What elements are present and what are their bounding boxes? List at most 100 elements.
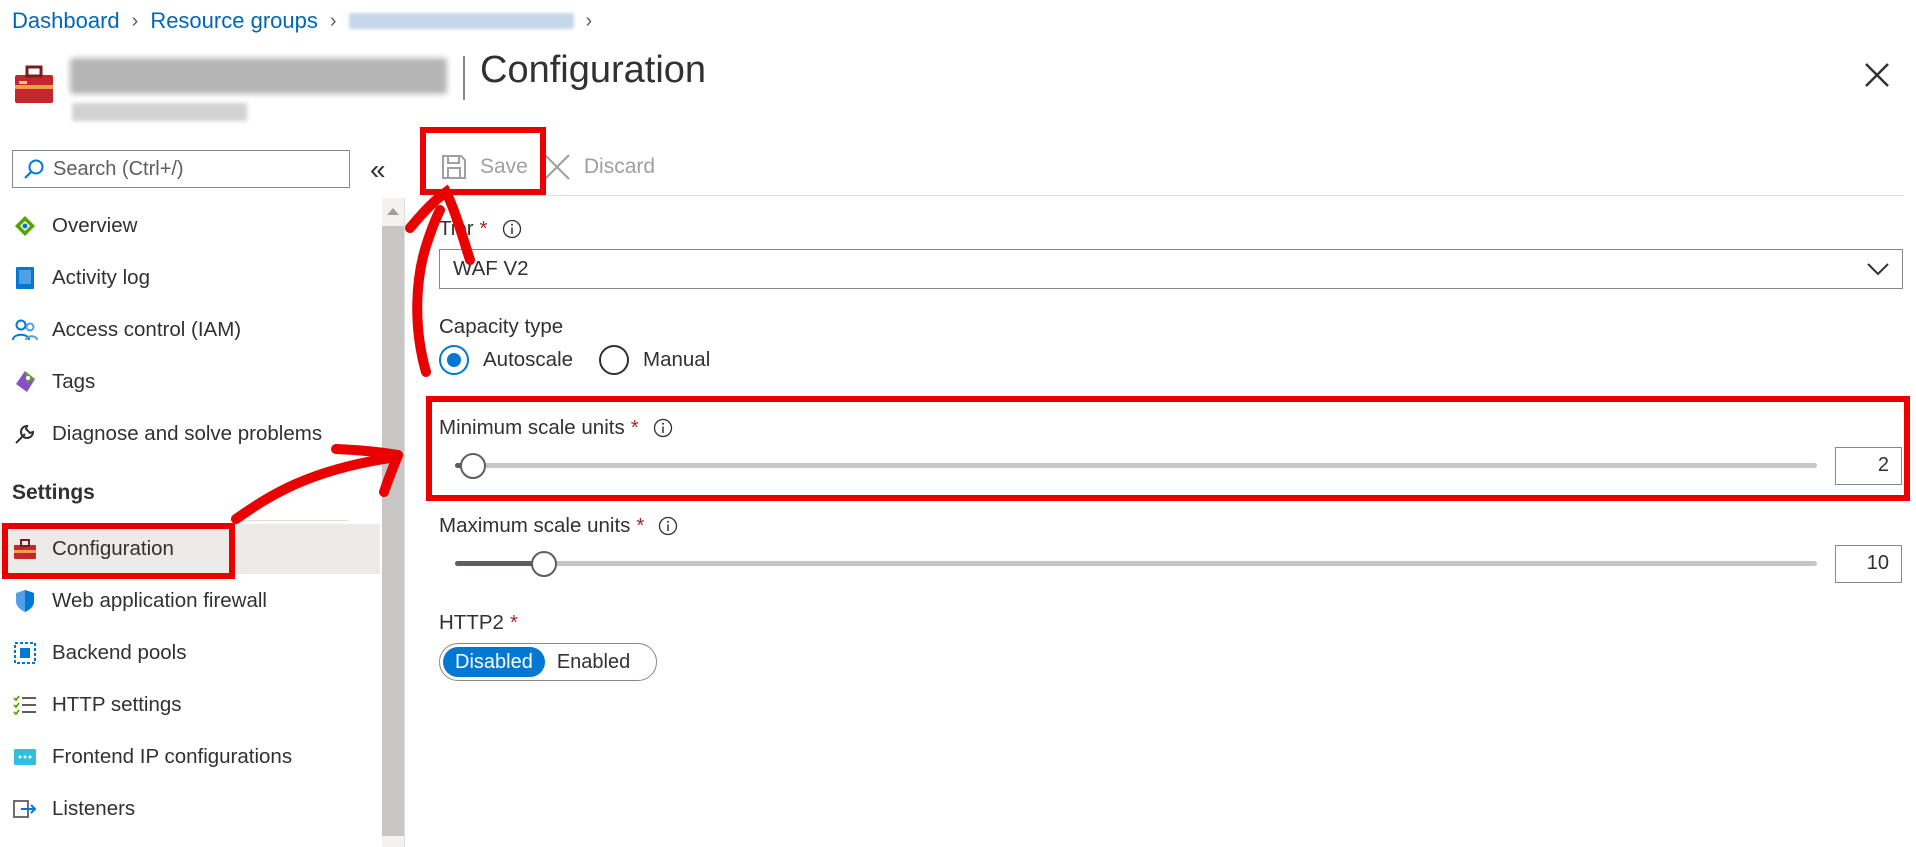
- max-scale-input[interactable]: 10: [1835, 545, 1902, 583]
- http2-toggle[interactable]: Disabled Enabled: [439, 643, 657, 681]
- discard-icon: [544, 154, 570, 180]
- sidebar-item-iam[interactable]: Access control (IAM): [0, 305, 380, 355]
- autoscale-radio[interactable]: [439, 345, 469, 375]
- toolbox-icon: [15, 65, 53, 103]
- info-icon[interactable]: [653, 418, 673, 438]
- sidebar-item-label: Backend pools: [52, 641, 187, 664]
- chevron-right-icon: ›: [585, 9, 593, 32]
- save-button[interactable]: Save: [440, 153, 528, 181]
- discard-button[interactable]: Discard: [542, 152, 655, 182]
- tier-label-row: Tier *: [439, 217, 522, 241]
- min-scale-label: Minimum scale units: [439, 416, 625, 439]
- sidebar-item-label: Listeners: [52, 797, 136, 820]
- info-icon[interactable]: [502, 219, 522, 239]
- sidebar-item-configuration[interactable]: Configuration: [0, 524, 380, 574]
- manual-radio[interactable]: [599, 345, 630, 375]
- tier-dropdown[interactable]: WAF V2: [439, 249, 1903, 289]
- max-scale-label-row: Maximum scale units *: [439, 514, 678, 538]
- sidebar-divider: [404, 198, 405, 847]
- close-icon[interactable]: [1860, 58, 1894, 92]
- tier-value: WAF V2: [453, 257, 529, 280]
- resource-type-redacted: [72, 103, 247, 121]
- save-label: Save: [480, 155, 528, 178]
- min-scale-label-row: Minimum scale units *: [439, 416, 673, 440]
- search-icon: [24, 159, 44, 179]
- sidebar-item-label: Configuration: [52, 537, 174, 560]
- save-icon: [442, 155, 466, 179]
- required-marker: *: [630, 416, 639, 439]
- list-settings-icon: [12, 692, 38, 718]
- search-input[interactable]: Search (Ctrl+/): [12, 150, 350, 188]
- chevron-right-icon: ›: [131, 9, 139, 32]
- sidebar-item-activity-log[interactable]: Activity log: [0, 253, 380, 303]
- manual-label[interactable]: Manual: [643, 348, 710, 372]
- sidebar-scrollbar[interactable]: [382, 198, 404, 847]
- http2-disabled-option[interactable]: Disabled: [443, 647, 545, 677]
- tier-label: Tier: [439, 217, 474, 240]
- required-marker: *: [509, 611, 518, 634]
- http2-label-row: HTTP2 *: [439, 611, 518, 635]
- iam-icon: [12, 317, 38, 343]
- max-scale-label: Maximum scale units: [439, 514, 631, 537]
- sidebar-item-label: Overview: [52, 214, 138, 237]
- http2-enabled-option[interactable]: Enabled: [545, 647, 642, 677]
- backend-pool-icon: [12, 640, 38, 666]
- search-placeholder: Search (Ctrl+/): [53, 157, 184, 180]
- shield-icon: [12, 588, 38, 614]
- chevron-right-icon: ›: [329, 9, 337, 32]
- slider-thumb[interactable]: [530, 551, 557, 577]
- slider-rail: [455, 561, 1817, 566]
- tag-icon: [12, 369, 38, 395]
- section-divider: [230, 520, 348, 521]
- min-scale-input[interactable]: 2: [1835, 447, 1902, 485]
- sidebar-item-label: Access control (IAM): [52, 318, 242, 341]
- page-title: Configuration: [480, 49, 707, 91]
- settings-section-heading: Settings: [12, 481, 95, 504]
- capacity-type-label: Capacity type: [439, 315, 564, 338]
- sidebar-item-waf[interactable]: Web application firewall: [0, 576, 380, 626]
- title-divider: [463, 56, 465, 100]
- collapse-sidebar-button[interactable]: «: [370, 154, 386, 186]
- command-bar: Save Discard: [440, 145, 669, 189]
- toolbar-divider: [440, 195, 1904, 196]
- annotation-box-min-scale: [426, 396, 1910, 501]
- sidebar-item-label: Diagnose and solve problems: [52, 422, 323, 445]
- max-scale-slider[interactable]: [455, 549, 1817, 579]
- chevron-down-icon: [1867, 263, 1889, 276]
- listener-icon: [12, 796, 38, 822]
- activity-log-icon: [12, 265, 38, 291]
- breadcrumb-dashboard[interactable]: Dashboard: [12, 8, 120, 34]
- sidebar-item-label: Web application firewall: [52, 589, 267, 612]
- overview-icon: [12, 213, 38, 239]
- capacity-type-radio-group: Autoscale Manual: [439, 345, 736, 375]
- sidebar-item-label: HTTP settings: [52, 693, 182, 716]
- info-icon[interactable]: [658, 516, 678, 536]
- discard-label: Discard: [583, 155, 656, 178]
- sidebar-item-http-settings[interactable]: HTTP settings: [0, 680, 380, 730]
- sidebar-item-backend-pools[interactable]: Backend pools: [0, 628, 380, 678]
- wrench-icon: [12, 421, 38, 447]
- toolbox-icon: [12, 536, 38, 562]
- required-marker: *: [479, 217, 488, 240]
- sidebar-item-overview[interactable]: Overview: [0, 201, 380, 251]
- breadcrumb-resource-group-redacted[interactable]: [348, 13, 574, 29]
- http2-label: HTTP2: [439, 611, 504, 634]
- sidebar-item-tags[interactable]: Tags: [0, 357, 380, 407]
- sidebar-item-label: Frontend IP configurations: [52, 745, 293, 768]
- slider-thumb[interactable]: [459, 453, 486, 479]
- scroll-up-icon[interactable]: [387, 208, 399, 215]
- slider-rail: [455, 463, 1817, 468]
- sidebar-item-label: Activity log: [52, 266, 150, 289]
- sidebar-item-frontend-ip[interactable]: Frontend IP configurations: [0, 732, 380, 782]
- breadcrumb-resource-groups[interactable]: Resource groups: [150, 8, 318, 34]
- sidebar-item-listeners[interactable]: Listeners: [0, 784, 380, 834]
- min-scale-slider[interactable]: [455, 451, 1817, 481]
- sidebar-item-diagnose[interactable]: Diagnose and solve problems: [0, 409, 380, 459]
- frontend-ip-icon: [12, 744, 38, 770]
- scrollbar-thumb[interactable]: [382, 226, 404, 836]
- sidebar-item-label: Tags: [52, 370, 96, 393]
- autoscale-label[interactable]: Autoscale: [483, 348, 573, 372]
- resource-name-redacted: [70, 58, 447, 94]
- required-marker: *: [636, 514, 645, 537]
- breadcrumb: Dashboard › Resource groups › ›: [12, 6, 604, 36]
